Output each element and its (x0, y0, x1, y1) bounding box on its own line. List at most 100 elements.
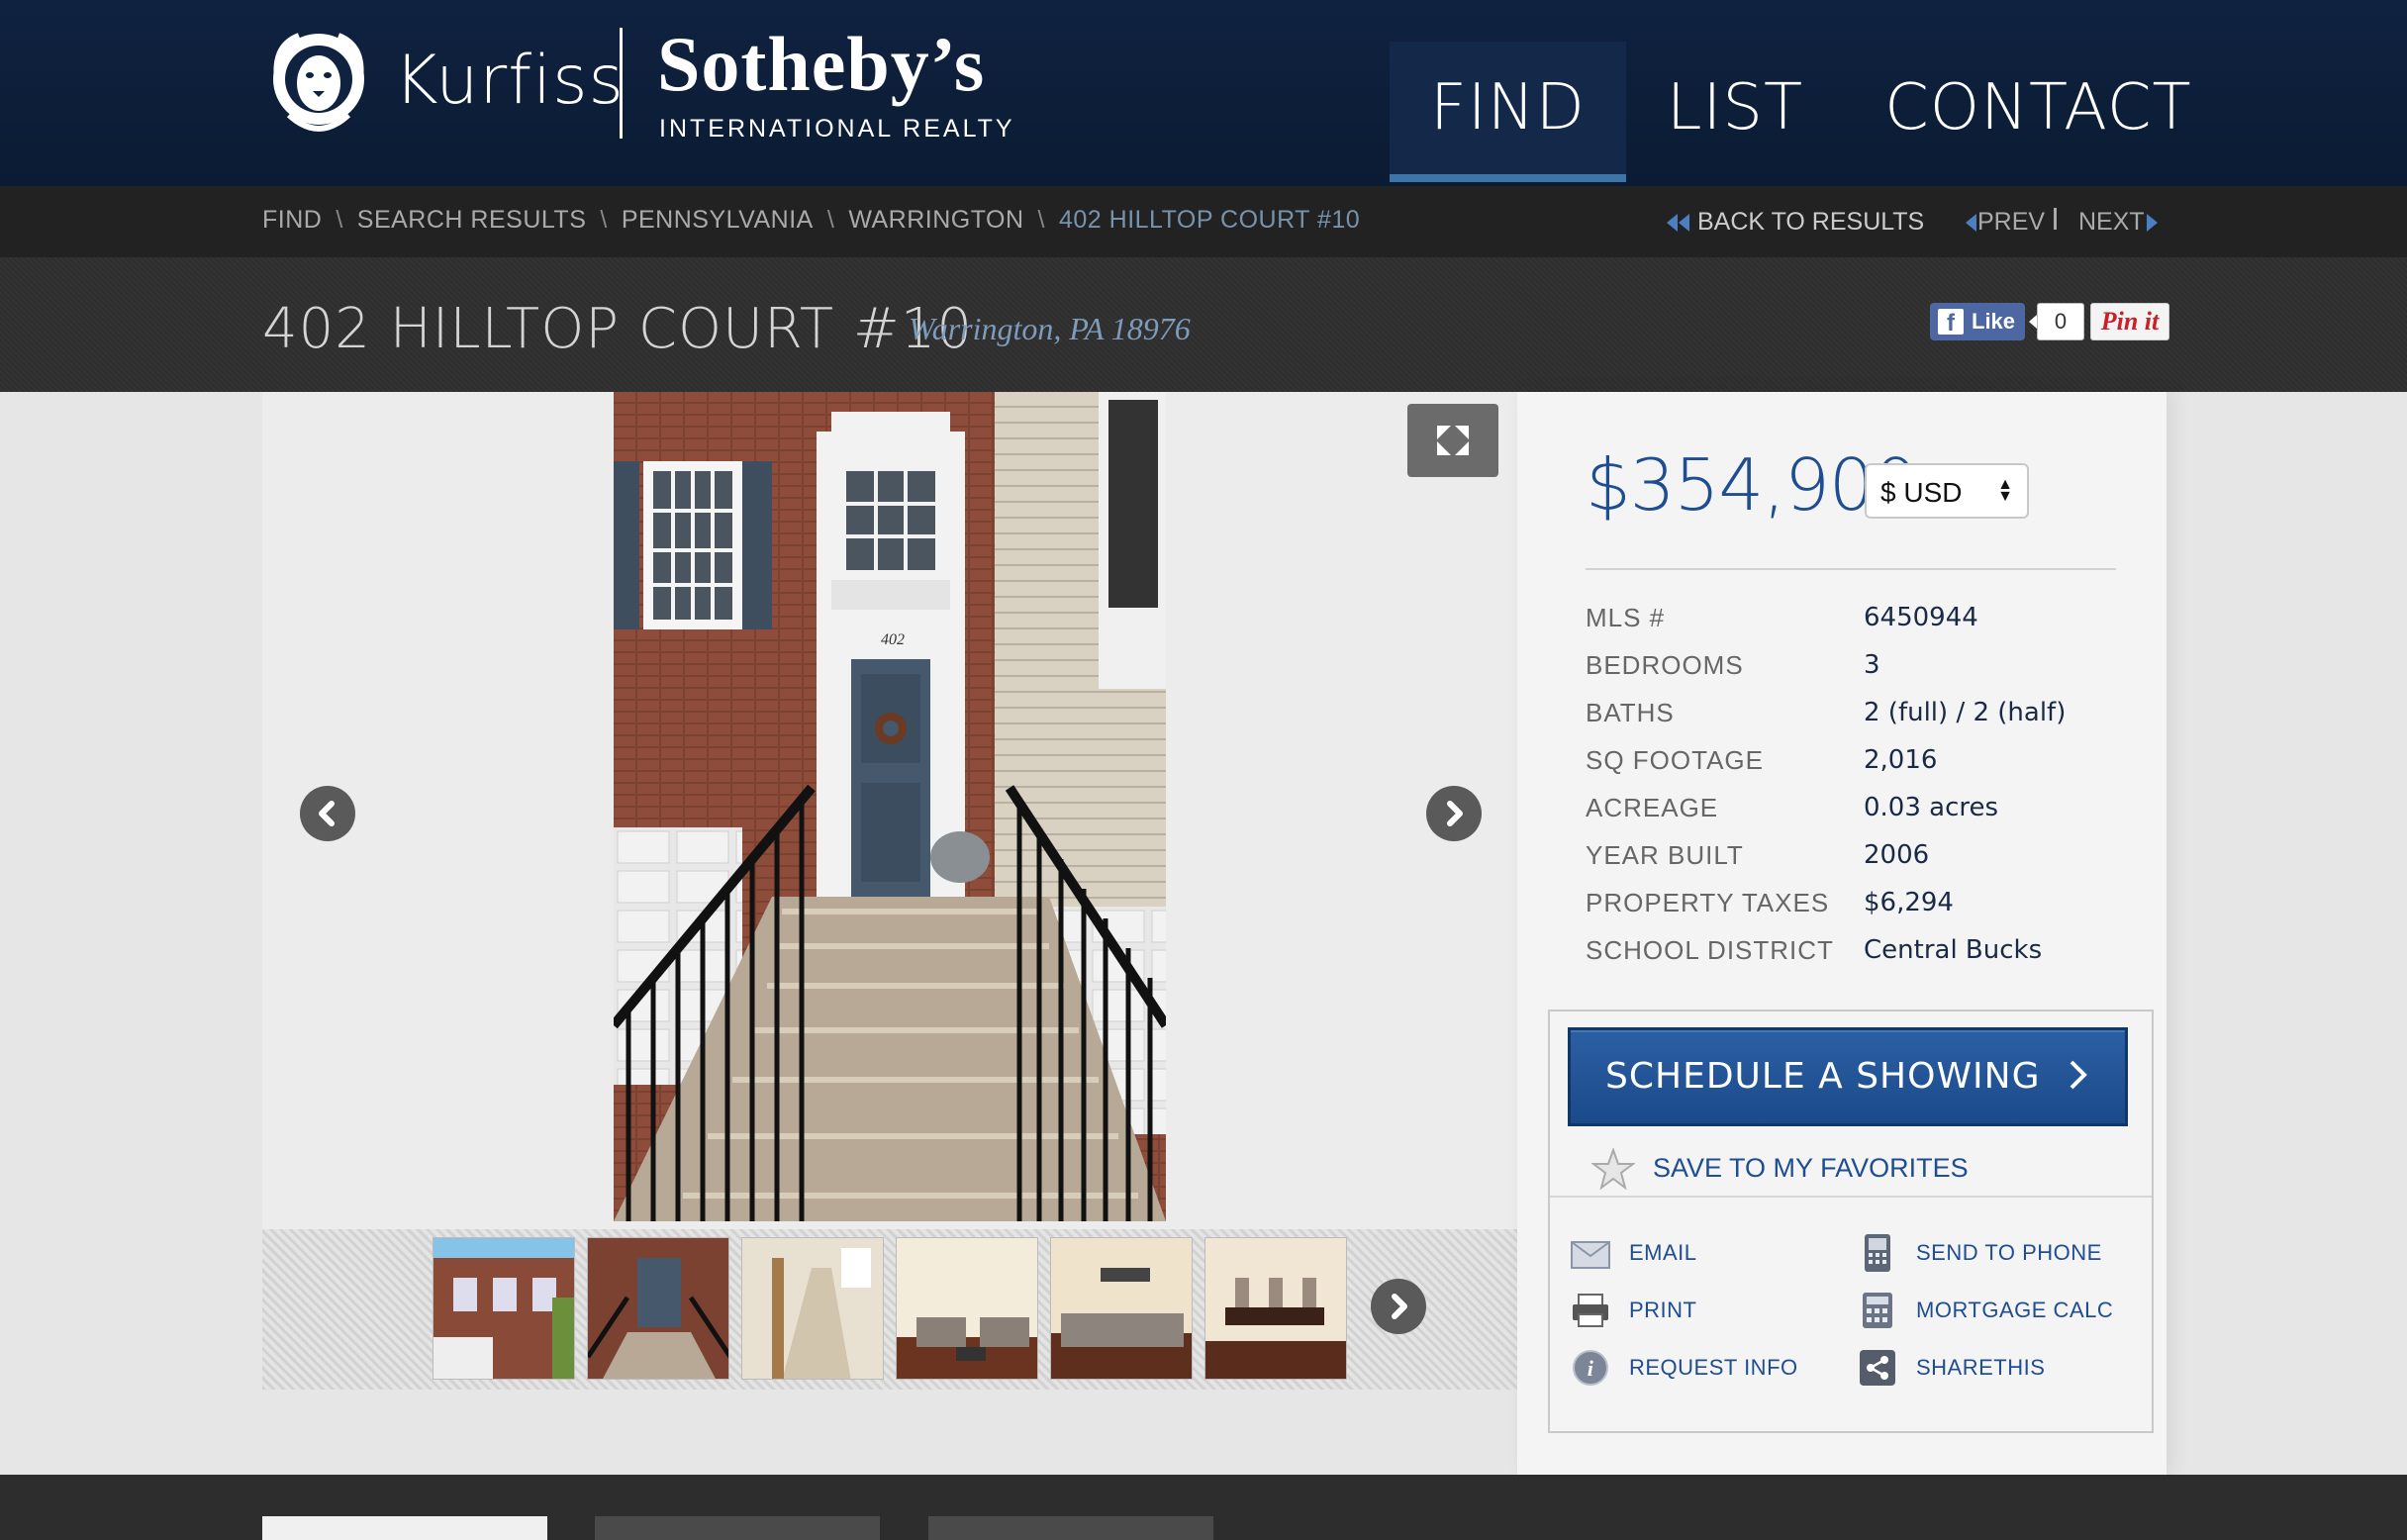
fact-value: 2,016 (1864, 745, 1938, 775)
next-link[interactable]: NEXT (2078, 208, 2158, 237)
mortgage-calc-link[interactable]: MORTGAGE CALC (1857, 1289, 2113, 1332)
mortgage-calc-label: MORTGAGE CALC (1916, 1298, 2114, 1322)
divider (1586, 568, 2116, 570)
nav-find[interactable]: FIND (1390, 42, 1626, 182)
sharethis-label: SHARETHIS (1916, 1355, 2046, 1380)
expand-photo-button[interactable] (1407, 404, 1498, 477)
facebook-icon: f (1938, 309, 1964, 337)
breadcrumb-separator: \ (826, 206, 835, 234)
thumbnails-next-button[interactable] (1371, 1279, 1426, 1334)
rewind-icon (1667, 214, 1678, 233)
breadcrumb-warrington[interactable]: WARRINGTON (848, 206, 1023, 234)
envelope-icon (1570, 1232, 1611, 1274)
fact-label: SQ FOOTAGE (1586, 744, 1764, 775)
breadcrumb-search-results[interactable]: SEARCH RESULTS (357, 206, 587, 234)
chevron-right-icon (1392, 1294, 1407, 1319)
property-facts: MLS # 6450944 BEDROOMS 3 BATHS 2 (full) / 2… (1586, 594, 2066, 974)
fact-label: YEAR BUILT (1586, 839, 1744, 870)
thumbnail[interactable] (896, 1237, 1038, 1380)
fact-label: SCHOOL DISTRICT (1586, 934, 1834, 965)
fact-value: 6450944 (1864, 603, 1978, 632)
thumbnail[interactable] (1050, 1237, 1193, 1380)
fact-value: 2 (full) / 2 (half) (1864, 698, 2067, 727)
next-arrow-icon (2146, 214, 2158, 233)
thumbnail[interactable] (587, 1237, 729, 1380)
nav-list[interactable]: LIST (1626, 42, 1844, 182)
listing-location: Warrington, PA 18976 (909, 311, 1191, 346)
footer-tab[interactable] (928, 1516, 1213, 1540)
expand-icon (1437, 426, 1469, 455)
schedule-showing-button[interactable]: SCHEDULE A SHOWING (1568, 1027, 2128, 1126)
gallery-next-button[interactable] (1426, 786, 1482, 841)
breadcrumb-find[interactable]: FIND (262, 206, 322, 234)
chevron-right-icon (1447, 801, 1463, 826)
listing-title: 402 HILLTOP COURT #10 (262, 297, 974, 361)
fact-value: 3 (1864, 650, 1880, 680)
fact-value: $6,294 (1864, 888, 1954, 917)
print-link[interactable]: PRINT (1570, 1289, 1697, 1332)
brand-tagline: INTERNATIONAL REALTY (659, 115, 1015, 143)
breadcrumb-current: 402 HILLTOP COURT #10 (1058, 206, 1361, 234)
thumbnail[interactable] (741, 1237, 884, 1380)
prev-label: PREV (1977, 208, 2046, 236)
site-header: Kurfiss Sotheby’s INTERNATIONAL REALTY F… (0, 0, 2407, 186)
print-label: PRINT (1629, 1298, 1697, 1322)
request-info-label: REQUEST INFO (1629, 1355, 1798, 1380)
save-favorites-label: SAVE TO MY FAVORITES (1653, 1152, 1969, 1183)
fact-bedrooms: BEDROOMS 3 (1586, 641, 2066, 689)
prev-link[interactable]: PREV (1966, 208, 2045, 237)
email-label: EMAIL (1629, 1240, 1697, 1265)
fact-sq-footage: SQ FOOTAGE 2,016 (1586, 736, 2066, 784)
info-icon: i (1570, 1347, 1611, 1389)
svg-text:i: i (1588, 1356, 1594, 1381)
phone-icon (1857, 1232, 1898, 1274)
divider (1550, 1196, 2152, 1198)
sharethis-link[interactable]: SHARETHIS (1857, 1346, 2045, 1390)
select-arrows-icon: ▲ ▼ (1997, 476, 2013, 505)
pinterest-button[interactable]: Pin it (2090, 303, 2169, 340)
email-link[interactable]: EMAIL (1570, 1231, 1697, 1275)
footer-tab[interactable] (262, 1516, 547, 1540)
footer-tab[interactable] (595, 1516, 880, 1540)
request-info-link[interactable]: i REQUEST INFO (1570, 1346, 1798, 1390)
schedule-showing-label: SCHEDULE A SHOWING (1605, 1056, 2041, 1097)
breadcrumb: FIND \ SEARCH RESULTS \ PENNSYLVANIA \ WARRING… (262, 206, 1360, 235)
fact-label: BEDROOMS (1586, 649, 1744, 680)
fact-school-district: SCHOOL DISTRICT Central Bucks (1586, 926, 2066, 974)
breadcrumb-separator: \ (600, 206, 608, 234)
currency-select[interactable]: $ USD ▲ ▼ (1865, 463, 2029, 519)
fact-value: Central Bucks (1864, 935, 2043, 965)
fact-label: PROPERTY TAXES (1586, 887, 1830, 917)
send-to-phone-link[interactable]: SEND TO PHONE (1857, 1231, 2102, 1275)
printer-icon (1570, 1290, 1611, 1331)
main-nav: FIND LIST CONTACT (1390, 42, 2233, 182)
lion-logo-icon[interactable] (269, 26, 368, 143)
fact-baths: BATHS 2 (full) / 2 (half) (1586, 689, 2066, 736)
thumbnail[interactable] (433, 1237, 575, 1380)
share-icon (1857, 1347, 1898, 1389)
chevron-left-icon (319, 801, 335, 826)
main-photo[interactable]: 402 (614, 392, 1166, 1221)
photo-gallery: 402 (262, 392, 1517, 1229)
thumbnail[interactable] (1204, 1237, 1347, 1380)
gallery-prev-button[interactable] (300, 786, 355, 841)
nav-contact[interactable]: CONTACT (1844, 42, 2233, 182)
brand-sothebys[interactable]: Sotheby’s (657, 20, 985, 109)
fact-year-built: YEAR BUILT 2006 (1586, 831, 2066, 879)
facebook-like-count: 0 (2029, 303, 2084, 340)
house-number: 402 (881, 631, 905, 648)
next-label: NEXT (2078, 208, 2145, 236)
breadcrumb-pennsylvania[interactable]: PENNSYLVANIA (622, 206, 814, 234)
footer-tab-bar (0, 1475, 2407, 1540)
listing-title-bar: 402 HILLTOP COURT #10 Warrington, PA 189… (0, 257, 2407, 392)
prev-arrow-icon (1966, 214, 1976, 233)
brand-kurfiss[interactable]: Kurfiss (394, 42, 625, 120)
rewind-icon (1679, 214, 1689, 233)
back-to-results-label: BACK TO RESULTS (1697, 208, 1925, 236)
save-favorites-link[interactable]: SAVE TO MY FAVORITES (1591, 1142, 1969, 1194)
back-to-results-link[interactable]: BACK TO RESULTS (1667, 208, 1924, 237)
house-front-photo: 402 (614, 392, 1166, 1221)
actions-box: SCHEDULE A SHOWING SAVE TO MY FAVORITES … (1548, 1010, 2154, 1433)
chevron-right-icon (2070, 1060, 2087, 1090)
facebook-like-button[interactable]: f Like (1930, 303, 2025, 340)
